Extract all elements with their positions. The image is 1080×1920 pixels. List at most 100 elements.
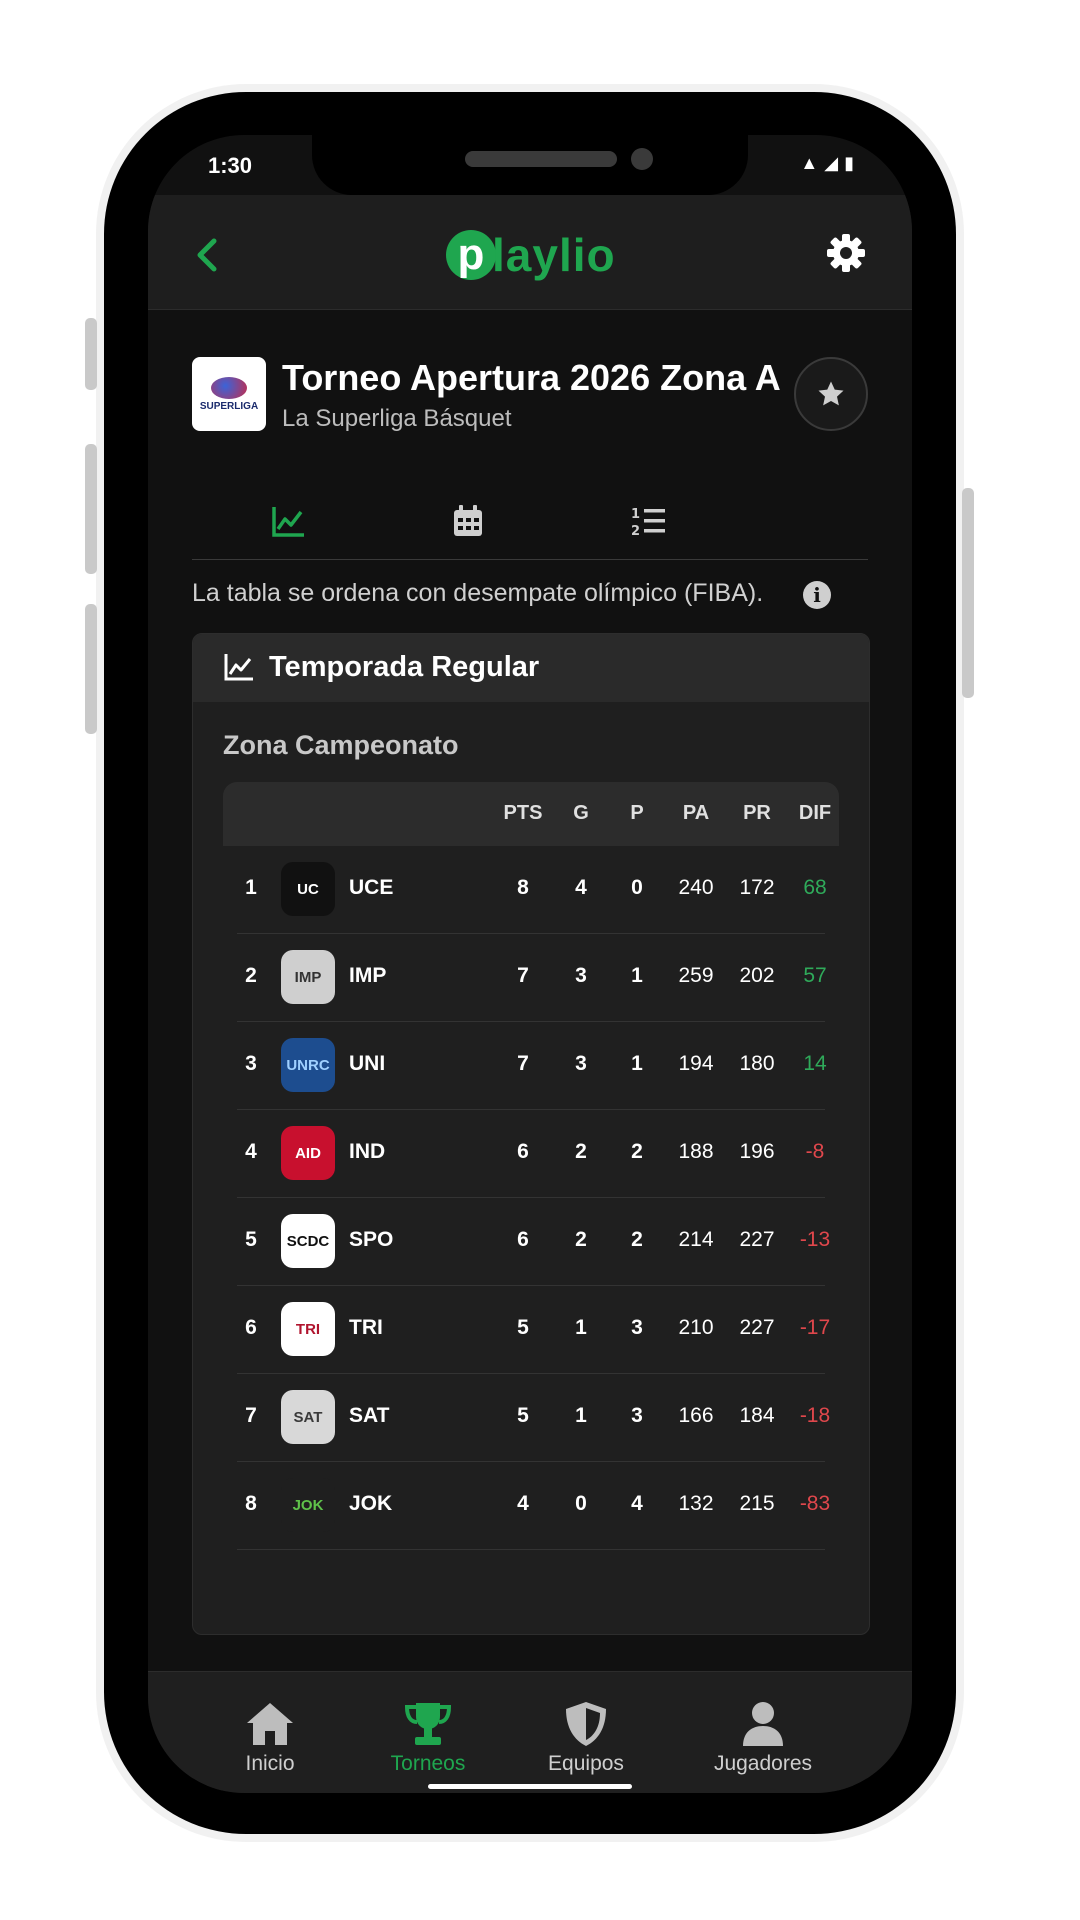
nav-label-torneos: Torneos bbox=[390, 1752, 466, 1775]
points-for-cell: 259 bbox=[678, 964, 714, 987]
point-diff-cell: 14 bbox=[803, 1052, 827, 1075]
app-screen: 1:30 ▲◢▮ p laylio SUPERLIGA Torneo Apert… bbox=[148, 135, 912, 1793]
nav-torneos[interactable]: Torneos bbox=[363, 1700, 493, 1776]
team-crest: SAT bbox=[281, 1390, 335, 1444]
point-diff-cell: -83 bbox=[799, 1492, 831, 1515]
position-cell: 5 bbox=[245, 1228, 257, 1251]
table-row[interactable]: 8 JOK JOK 4 0 4 132 215 -83 bbox=[237, 1462, 830, 1550]
back-arrow-icon[interactable] bbox=[194, 237, 220, 273]
losses-cell: 3 bbox=[631, 1316, 643, 1339]
team-abbr: JOK bbox=[349, 1492, 393, 1515]
pts-cell: 5 bbox=[517, 1316, 529, 1339]
nav-inicio[interactable]: Inicio bbox=[205, 1700, 335, 1776]
team-abbr: UNI bbox=[349, 1052, 386, 1075]
points-against-cell: 172 bbox=[739, 876, 775, 899]
col-header-pr: PR bbox=[743, 802, 771, 824]
phone-side-button bbox=[85, 604, 97, 734]
tournament-title: Torneo Apertura 2026 Zona A bbox=[282, 357, 781, 398]
pts-cell: 6 bbox=[517, 1228, 529, 1251]
gear-icon[interactable] bbox=[826, 233, 866, 273]
zone-title: Zona Campeonato bbox=[223, 730, 459, 760]
logo-wordmark: laylio bbox=[492, 229, 616, 281]
points-against-cell: 202 bbox=[739, 964, 775, 987]
team-abbr: TRI bbox=[349, 1316, 383, 1339]
col-header-dif: DIF bbox=[798, 802, 832, 824]
pts-cell: 7 bbox=[517, 964, 529, 987]
favorite-button[interactable] bbox=[794, 357, 868, 431]
svg-text:1: 1 bbox=[631, 507, 640, 522]
points-for-cell: 166 bbox=[678, 1404, 714, 1427]
col-header-pts: PTS bbox=[503, 802, 543, 824]
logo-mark: p bbox=[446, 230, 496, 280]
point-diff-cell: 57 bbox=[803, 964, 827, 987]
table-row[interactable]: 6 TRI TRI 5 1 3 210 227 -17 bbox=[237, 1286, 830, 1374]
col-header-p: P bbox=[630, 802, 644, 824]
nav-equipos[interactable]: Equipos bbox=[521, 1700, 651, 1776]
tiebreak-note: La tabla se ordena con desempate olímpic… bbox=[192, 579, 764, 607]
point-diff-cell: -18 bbox=[799, 1404, 831, 1427]
home-icon bbox=[247, 1703, 293, 1745]
points-against-cell: 227 bbox=[739, 1228, 775, 1251]
nav-label-equipos: Equipos bbox=[548, 1752, 624, 1775]
nav-jugadores[interactable]: Jugadores bbox=[698, 1700, 828, 1776]
card-header: Temporada Regular bbox=[193, 634, 869, 702]
info-icon[interactable]: i bbox=[803, 581, 831, 609]
tournament-league: La Superliga Básquet bbox=[282, 405, 512, 432]
chart-icon bbox=[224, 654, 253, 681]
table-row[interactable]: 4 AID IND 6 2 2 188 196 -8 bbox=[237, 1110, 825, 1198]
standings-table: PTS G P PA PR DIF 1 UC UCE 8 4 0 240 172 68 2 IMP I… bbox=[223, 782, 839, 1550]
user-icon bbox=[743, 1702, 783, 1746]
table-row[interactable]: 1 UC UCE 8 4 0 240 172 68 bbox=[237, 846, 827, 934]
pts-cell: 5 bbox=[517, 1404, 529, 1427]
chart-icon[interactable] bbox=[268, 501, 308, 541]
losses-cell: 1 bbox=[631, 1052, 643, 1075]
points-for-cell: 194 bbox=[678, 1052, 714, 1075]
wins-cell: 2 bbox=[575, 1228, 587, 1251]
tournament-logo-text: SUPERLIGA bbox=[199, 400, 259, 412]
col-header-g: G bbox=[573, 802, 589, 824]
pts-cell: 7 bbox=[517, 1052, 529, 1075]
table-row[interactable]: 7 SAT SAT 5 1 3 166 184 -18 bbox=[237, 1374, 830, 1462]
top-app-bar: p laylio bbox=[148, 195, 912, 310]
notch bbox=[312, 135, 748, 195]
ordered-list-icon[interactable]: 1 2 bbox=[628, 501, 668, 541]
table-row[interactable]: 2 IMP IMP 7 3 1 259 202 57 bbox=[237, 934, 827, 1022]
team-abbr: IMP bbox=[349, 964, 387, 987]
status-time: 1:30 bbox=[208, 153, 253, 178]
wins-cell: 1 bbox=[575, 1316, 587, 1339]
star-icon bbox=[818, 381, 844, 406]
status-icons: ▲◢▮ bbox=[800, 153, 860, 173]
pts-cell: 6 bbox=[517, 1140, 529, 1163]
phone-side-button bbox=[85, 444, 97, 574]
table-row[interactable]: 3 UNRC UNI 7 3 1 194 180 14 bbox=[237, 1022, 827, 1110]
playlio-logo: p laylio bbox=[446, 225, 616, 285]
team-abbr: UCE bbox=[349, 876, 394, 899]
speaker bbox=[465, 151, 617, 167]
team-abbr: SAT bbox=[349, 1404, 390, 1427]
team-crest: UC bbox=[281, 862, 335, 916]
points-against-cell: 227 bbox=[739, 1316, 775, 1339]
points-against-cell: 180 bbox=[739, 1052, 775, 1075]
table-body: 1 UC UCE 8 4 0 240 172 68 2 IMP IMP 7 3 1 259 202 57 3 UNRC… bbox=[223, 846, 839, 1550]
points-for-cell: 214 bbox=[678, 1228, 714, 1251]
point-diff-cell: 68 bbox=[803, 876, 827, 899]
position-cell: 1 bbox=[245, 876, 257, 899]
losses-cell: 2 bbox=[631, 1228, 643, 1251]
wins-cell: 0 bbox=[575, 1492, 587, 1515]
point-diff-cell: -8 bbox=[805, 1140, 825, 1163]
table-row[interactable]: 5 SCDC SPO 6 2 2 214 227 -13 bbox=[237, 1198, 830, 1286]
tournament-tabs: 1 2 bbox=[192, 481, 868, 560]
calendar-icon[interactable] bbox=[448, 501, 488, 541]
position-cell: 7 bbox=[245, 1404, 257, 1427]
nav-label-inicio: Inicio bbox=[245, 1752, 295, 1775]
position-cell: 8 bbox=[245, 1492, 257, 1515]
team-crest: UNRC bbox=[281, 1038, 335, 1092]
col-header-pa: PA bbox=[682, 802, 710, 824]
team-abbr: SPO bbox=[349, 1228, 394, 1251]
nav-label-jugadores: Jugadores bbox=[713, 1752, 813, 1775]
points-for-cell: 240 bbox=[678, 876, 714, 899]
home-indicator bbox=[428, 1784, 632, 1789]
team-crest: TRI bbox=[281, 1302, 335, 1356]
losses-cell: 2 bbox=[631, 1140, 643, 1163]
trophy-icon bbox=[404, 1703, 452, 1745]
